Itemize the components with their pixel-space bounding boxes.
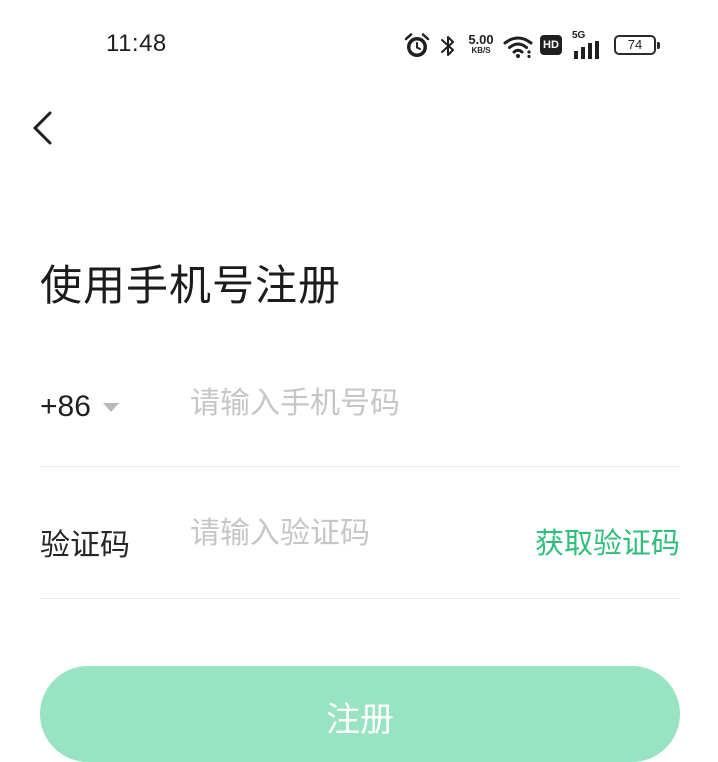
network-speed: 5.00 KB/S: [464, 33, 498, 55]
bluetooth-icon: [441, 36, 454, 56]
status-time: 11:48: [106, 30, 167, 57]
country-code: +86: [40, 390, 91, 423]
country-code-selector[interactable]: +86: [40, 390, 119, 424]
battery-icon: 74: [614, 35, 660, 55]
network-speed-unit: KB/S: [471, 46, 491, 55]
phone-input[interactable]: [190, 386, 660, 421]
caret-down-icon: [102, 402, 119, 412]
register-button[interactable]: 注册: [40, 666, 680, 762]
code-row: 验证码 获取验证码: [40, 516, 680, 563]
wifi-icon: [503, 36, 533, 58]
page-title: 使用手机号注册: [40, 261, 342, 310]
register-label: 注册: [326, 700, 394, 740]
code-input[interactable]: [190, 516, 510, 551]
code-label: 验证码: [40, 528, 130, 563]
network-type-label: 5G: [572, 30, 586, 41]
phone-row: +86: [40, 386, 680, 430]
chevron-left-icon: [33, 111, 52, 145]
alarm-icon: [404, 33, 430, 57]
code-divider: [40, 598, 680, 599]
battery-level: 74: [627, 37, 643, 52]
back-button[interactable]: [26, 104, 66, 152]
status-bar: 11:48 5.00 KB/S HD 5G 74: [0, 0, 718, 92]
phone-divider: [40, 466, 680, 467]
hd-icon: HD: [540, 35, 562, 55]
hd-label: HD: [543, 39, 559, 51]
network-speed-value: 5.00: [468, 32, 494, 47]
get-code-button[interactable]: 获取验证码: [535, 520, 680, 562]
signal-5g-icon: 5G: [572, 30, 604, 60]
